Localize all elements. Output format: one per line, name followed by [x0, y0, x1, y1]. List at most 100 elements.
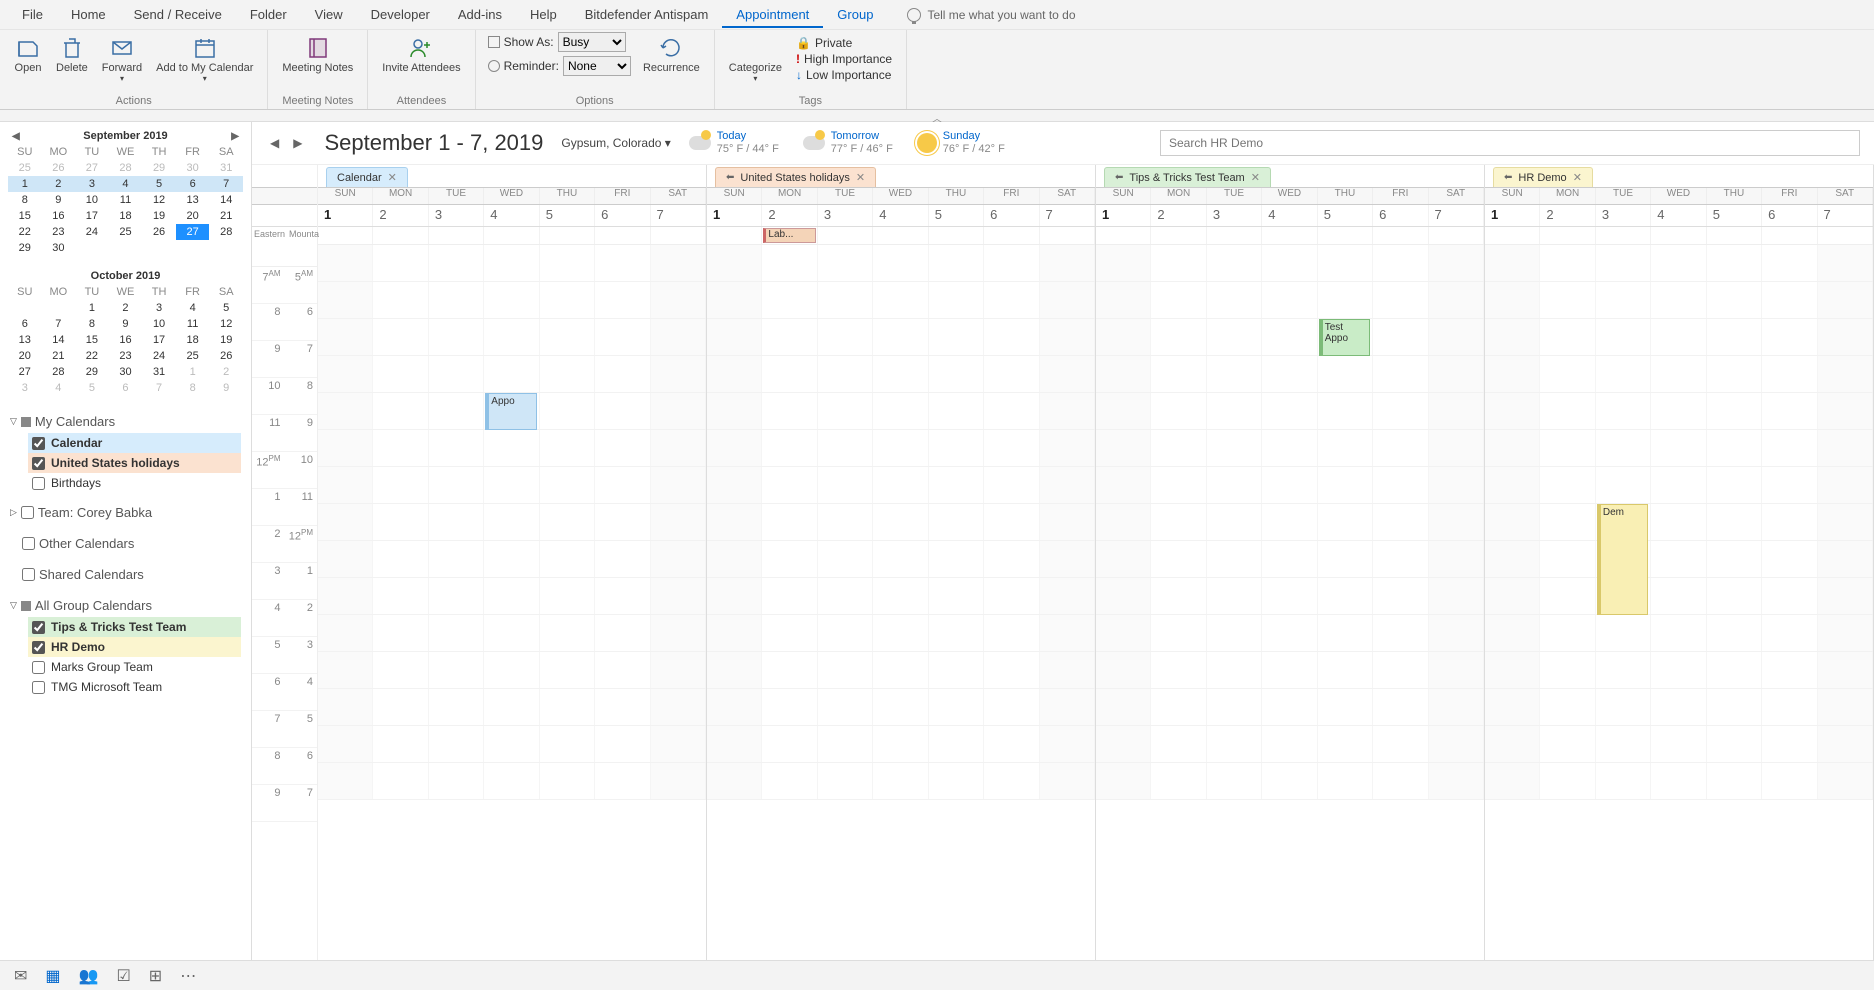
addgroup-icon[interactable]: ⊞	[149, 966, 162, 986]
time-cell[interactable]	[1707, 467, 1762, 503]
time-cell[interactable]	[1818, 282, 1873, 318]
menu-addins[interactable]: Add-ins	[444, 1, 516, 28]
time-cell[interactable]	[1096, 430, 1151, 466]
time-cell[interactable]	[1651, 282, 1706, 318]
minical-day[interactable]: 1	[8, 176, 42, 192]
time-cell[interactable]	[595, 615, 650, 651]
time-cell[interactable]	[873, 430, 928, 466]
time-cell[interactable]	[1040, 726, 1095, 762]
time-cell[interactable]	[1596, 393, 1651, 429]
recurrence-button[interactable]: Recurrence	[637, 32, 706, 78]
time-cell[interactable]	[1707, 615, 1762, 651]
time-cell[interactable]	[1207, 393, 1262, 429]
calendar-item[interactable]: HR Demo	[28, 637, 241, 657]
meeting-notes-button[interactable]: Meeting Notes	[276, 32, 359, 78]
time-cell[interactable]	[707, 504, 762, 540]
minical-day[interactable]: 13	[176, 192, 210, 208]
time-cell[interactable]	[707, 541, 762, 577]
minical-day[interactable]: 31	[209, 160, 243, 176]
time-cell[interactable]	[873, 615, 928, 651]
forward-button[interactable]: Forward▾	[96, 32, 148, 87]
time-cell[interactable]	[818, 467, 873, 503]
time-cell[interactable]	[1429, 726, 1484, 762]
minical-day[interactable]: 12	[209, 316, 243, 332]
day-number[interactable]: 1	[1485, 205, 1540, 226]
minical-day[interactable]	[176, 240, 210, 256]
minical-day[interactable]: 22	[8, 224, 42, 240]
calendar-item[interactable]: Birthdays	[28, 473, 241, 493]
time-cell[interactable]	[1540, 726, 1595, 762]
allday-cell[interactable]	[1596, 227, 1651, 244]
calendar-checkbox[interactable]	[32, 681, 45, 694]
calendar-event[interactable]: Dem	[1597, 504, 1648, 615]
time-cell[interactable]	[1429, 541, 1484, 577]
day-number[interactable]: 4	[484, 205, 539, 226]
time-cell[interactable]	[1318, 726, 1373, 762]
time-cell[interactable]	[484, 319, 539, 355]
time-cell[interactable]	[1151, 689, 1206, 725]
time-cell[interactable]	[1485, 615, 1540, 651]
time-cell[interactable]	[1373, 245, 1428, 281]
time-cell[interactable]	[707, 282, 762, 318]
time-cell[interactable]	[651, 763, 706, 799]
time-cell[interactable]	[1318, 467, 1373, 503]
time-cell[interactable]	[429, 541, 484, 577]
time-cell[interactable]	[651, 652, 706, 688]
time-cell[interactable]	[1262, 356, 1317, 392]
time-cell[interactable]	[373, 245, 428, 281]
group-my-calendars[interactable]: ▽My Calendars	[10, 410, 241, 433]
time-cell[interactable]	[540, 393, 595, 429]
minical-day[interactable]: 8	[176, 380, 210, 396]
time-cell[interactable]	[1207, 578, 1262, 614]
time-cell[interactable]	[1096, 652, 1151, 688]
time-cell[interactable]	[1762, 652, 1817, 688]
minical-day[interactable]: 28	[209, 224, 243, 240]
allday-cell[interactable]	[1429, 227, 1484, 244]
minical-day[interactable]: 29	[8, 240, 42, 256]
time-cell[interactable]	[929, 726, 984, 762]
time-cell[interactable]	[1151, 652, 1206, 688]
time-cell[interactable]	[1373, 282, 1428, 318]
allday-cell[interactable]	[818, 227, 873, 244]
group-other[interactable]: Other Calendars	[10, 532, 241, 555]
time-cell[interactable]	[1429, 689, 1484, 725]
time-cell[interactable]	[929, 615, 984, 651]
time-cell[interactable]	[1762, 356, 1817, 392]
time-cell[interactable]	[373, 615, 428, 651]
open-button[interactable]: Open	[8, 32, 48, 78]
time-cell[interactable]	[1096, 356, 1151, 392]
day-number[interactable]: 4	[1651, 205, 1706, 226]
minical-next[interactable]: ▶	[227, 131, 243, 142]
minical-day[interactable]: 22	[75, 348, 109, 364]
invite-attendees-button[interactable]: Invite Attendees	[376, 32, 466, 78]
minical-day[interactable]: 4	[42, 380, 76, 396]
time-cell[interactable]	[595, 541, 650, 577]
time-cell[interactable]	[373, 689, 428, 725]
time-cell[interactable]	[318, 356, 373, 392]
time-cell[interactable]	[1540, 652, 1595, 688]
time-cell[interactable]	[762, 541, 817, 577]
ribbon-collapse[interactable]: ︿	[0, 110, 1874, 122]
day-number[interactable]: 3	[1207, 205, 1262, 226]
time-cell[interactable]	[1540, 504, 1595, 540]
time-cell[interactable]	[873, 541, 928, 577]
allday-cell[interactable]	[651, 227, 706, 244]
time-cell[interactable]	[929, 652, 984, 688]
time-cell[interactable]	[929, 319, 984, 355]
time-cell[interactable]	[984, 726, 1039, 762]
time-cell[interactable]	[318, 763, 373, 799]
time-cell[interactable]	[651, 689, 706, 725]
time-cell[interactable]	[1040, 467, 1095, 503]
time-cell[interactable]	[873, 726, 928, 762]
time-cell[interactable]	[1096, 541, 1151, 577]
day-number[interactable]: 6	[984, 205, 1039, 226]
time-cell[interactable]	[1707, 689, 1762, 725]
time-cell[interactable]	[429, 245, 484, 281]
time-cell[interactable]	[984, 504, 1039, 540]
time-cell[interactable]	[1207, 541, 1262, 577]
minical-day[interactable]: 5	[142, 176, 176, 192]
time-cell[interactable]	[1318, 578, 1373, 614]
time-cell[interactable]	[1707, 282, 1762, 318]
time-cell[interactable]	[1318, 504, 1373, 540]
time-cell[interactable]	[651, 245, 706, 281]
